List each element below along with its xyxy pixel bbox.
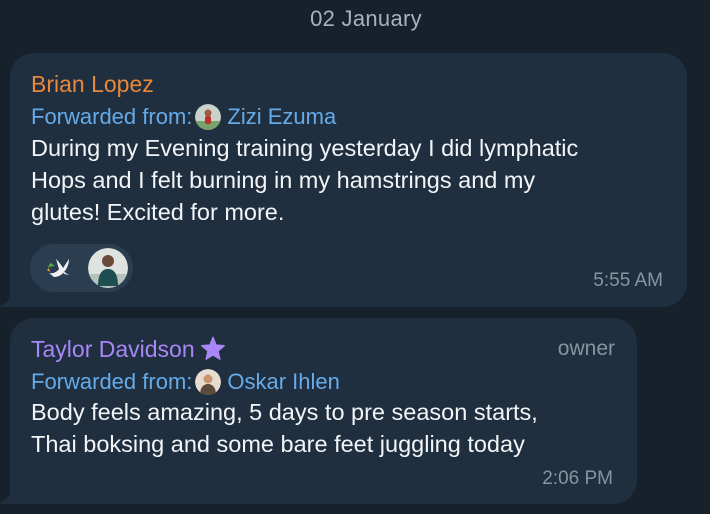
forwarded-avatar [195,369,222,395]
dove-emoji-icon [47,259,69,277]
sender-name[interactable]: Brian Lopez [31,71,154,98]
forwarded-label: Forwarded from: [31,104,193,129]
bubble-tail [0,287,16,307]
reaction-pill[interactable] [30,244,133,292]
sender-name: Taylor Davidson [31,335,195,362]
forwarded-header[interactable]: Forwarded from: Zizi Ezuma [31,104,336,130]
message-time: 5:55 AM [593,270,663,291]
message-time: 2:06 PM [542,468,613,489]
forwarded-label: Forwarded from: [31,369,193,394]
message-bubble[interactable]: Brian Lopez Forwarded from: Zizi Ezuma D… [0,53,687,307]
message-line: Body feels amazing, 5 days to pre season… [31,399,538,425]
date-separator: 02 January [310,6,422,31]
forwarded-header[interactable]: Forwarded from: Oskar Ihlen [31,369,340,395]
reactor-avatar [88,248,128,288]
forwarded-avatar [195,104,222,130]
sender-header[interactable]: Taylor Davidson [31,335,227,363]
message-text: Body feels amazing, 5 days to pre season… [31,396,631,460]
message-bubble[interactable]: Taylor Davidson owner Forwarded from: Os… [0,318,637,504]
role-badge: owner [557,337,615,360]
message-line: During my Evening training yesterday I d… [31,135,579,161]
forwarded-name: Zizi Ezuma [227,104,337,129]
bubble-tail [0,484,16,504]
message-line: Thai boksing and some bare feet juggling… [31,431,525,457]
message-line: Hops and I felt burning in my hamstrings… [31,167,536,193]
forwarded-name: Oskar Ihlen [227,369,340,394]
star-icon [200,336,225,360]
message-text: During my Evening training yesterday I d… [31,132,681,228]
message-line: glutes! Excited for more. [31,199,285,225]
